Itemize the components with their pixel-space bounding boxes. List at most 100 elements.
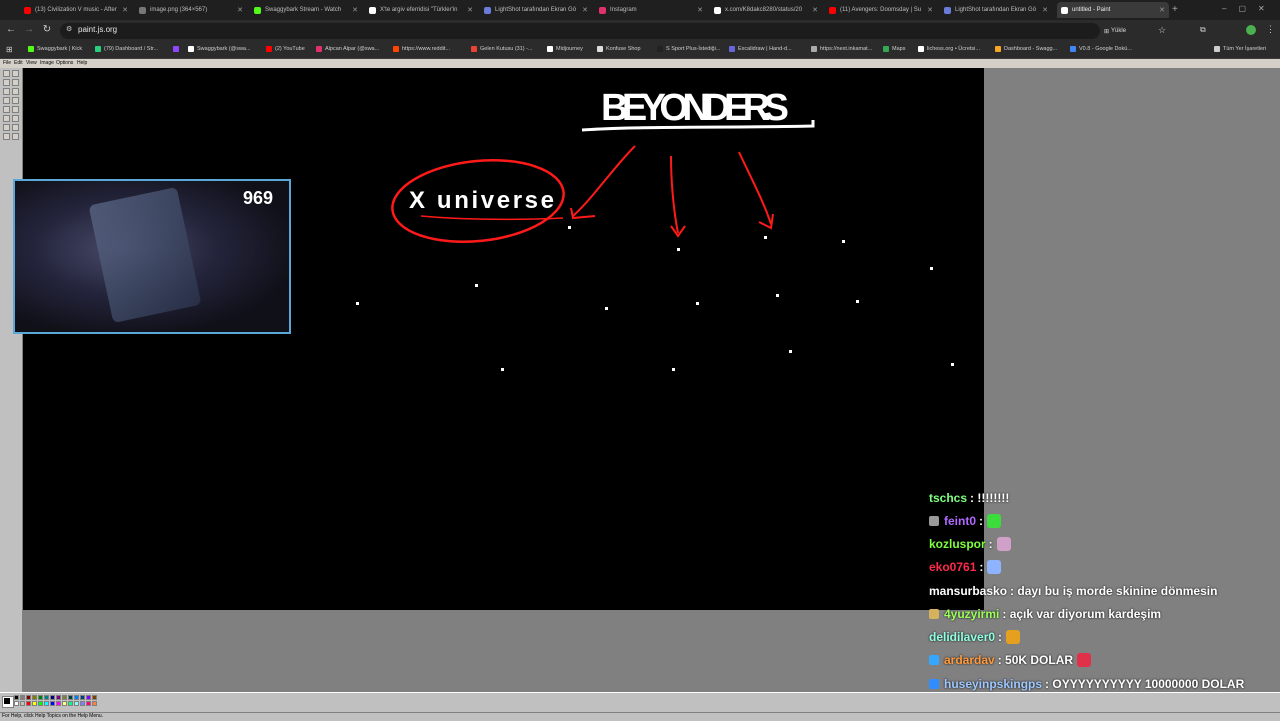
tab-2[interactable]: Swaggybark Stream - Watch ✕ [250, 2, 362, 18]
tab-4[interactable]: LightShot tarafından Ekran Gö ✕ [480, 2, 592, 18]
palette-swatch[interactable] [50, 695, 55, 700]
pencil-tool-icon[interactable] [3, 97, 10, 104]
palette-swatch[interactable] [86, 701, 91, 706]
canvas-drawing[interactable]: BEYONDERS X universe [23, 68, 984, 610]
chat-username[interactable]: feint0 [944, 514, 976, 528]
tab-close-icon[interactable]: ✕ [1159, 6, 1165, 14]
tab-close-icon[interactable]: ✕ [582, 6, 588, 14]
tab-close-icon[interactable]: ✕ [352, 6, 358, 14]
tab-0[interactable]: (13) Civilization V music - After ✕ [20, 2, 132, 18]
select-tool-icon[interactable] [12, 70, 19, 77]
tab-1[interactable]: image.png (364×567) ✕ [135, 2, 247, 18]
bookmark-5[interactable]: Alpcan Alpar (@swa... [316, 46, 379, 52]
bookmark-star-icon[interactable]: ☆ [1158, 25, 1166, 36]
tab-3[interactable]: X'te argiv eferridisi "Türkler'in ✕ [365, 2, 477, 18]
brush-tool-icon[interactable] [12, 97, 19, 104]
bookmark-3[interactable]: Swaggybark (@swa... [188, 46, 251, 52]
bookmark-0[interactable]: Swaggybark | Kick [28, 46, 82, 52]
tab-5[interactable]: Instagram ✕ [595, 2, 707, 18]
bookmark-8[interactable]: Midjourney [547, 46, 583, 52]
palette-swatch[interactable] [32, 695, 37, 700]
all-bookmarks-folder[interactable]: Tüm Yer İşaretleri [1214, 46, 1266, 52]
tab-close-icon[interactable]: ✕ [122, 6, 128, 14]
tab-close-icon[interactable]: ✕ [1042, 6, 1048, 14]
bookmark-13[interactable]: Maps [883, 46, 905, 52]
address-bar[interactable] [60, 23, 1100, 39]
tab-6[interactable]: x.com/K8dakc8280/status/20 ✕ [710, 2, 822, 18]
extensions-icon[interactable]: ⧉ [1200, 25, 1206, 35]
bookmark-16[interactable]: V0.8 - Google Dokü... [1070, 46, 1132, 52]
eraser-tool-icon[interactable] [3, 79, 10, 86]
text-tool-icon[interactable] [12, 106, 19, 113]
palette-swatch[interactable] [74, 695, 79, 700]
site-info-icon[interactable]: ⚙ [66, 25, 72, 33]
palette-swatch[interactable] [26, 701, 31, 706]
forward-icon[interactable]: → [22, 24, 36, 35]
palette-swatch[interactable] [80, 701, 85, 706]
ellipse-tool-icon[interactable] [3, 133, 10, 140]
bookmark-9[interactable]: Konfuse Shop [597, 46, 641, 52]
palette-swatch[interactable] [86, 695, 91, 700]
tab-close-icon[interactable]: ✕ [812, 6, 818, 14]
back-icon[interactable]: ← [4, 24, 18, 35]
current-colors[interactable] [2, 696, 14, 708]
chat-username[interactable]: mansurbasko [929, 584, 1007, 598]
palette-swatch[interactable] [62, 701, 67, 706]
menu-file[interactable]: File [3, 60, 11, 66]
palette-swatch[interactable] [50, 701, 55, 706]
chat-username[interactable]: huseyinpskingps [944, 677, 1042, 691]
bookmark-10[interactable]: S Sport Plus-İstediği... [657, 46, 720, 52]
rectangle-tool-icon[interactable] [3, 124, 10, 131]
magnifier-tool-icon[interactable] [12, 88, 19, 95]
tab-close-icon[interactable]: ✕ [467, 6, 473, 14]
chat-username[interactable]: eko0761 [929, 560, 976, 574]
palette-swatch[interactable] [68, 695, 73, 700]
palette-swatch[interactable] [74, 701, 79, 706]
rounded-rect-tool-icon[interactable] [12, 133, 19, 140]
curve-tool-icon[interactable] [12, 115, 19, 122]
tab-7[interactable]: (11) Avengers: Doomsday | Su ✕ [825, 2, 937, 18]
chat-username[interactable]: tschcs [929, 491, 967, 505]
free-select-tool-icon[interactable] [3, 70, 10, 77]
palette-swatch[interactable] [92, 695, 97, 700]
palette-swatch[interactable] [62, 695, 67, 700]
palette-swatch[interactable] [38, 695, 43, 700]
menu-edit[interactable]: Edit [14, 60, 23, 66]
menu-view[interactable]: View [26, 60, 37, 66]
reload-icon[interactable]: ↻ [40, 24, 54, 35]
bookmark-15[interactable]: Dashboard - Swagg... [995, 46, 1057, 52]
menu-icon[interactable]: ⋮ [1266, 24, 1275, 35]
menu-image[interactable]: Image [40, 60, 54, 66]
line-tool-icon[interactable] [3, 115, 10, 122]
palette-swatch[interactable] [68, 701, 73, 706]
tab-9[interactable]: untitled - Paint ✕ [1057, 2, 1169, 18]
bookmark-14[interactable]: lichess.org • Ücretsi... [918, 46, 980, 52]
bookmark-7[interactable]: Gelen Kutusu (31) -... [471, 46, 533, 52]
menu-options[interactable]: Options [56, 60, 73, 66]
fill-tool-icon[interactable] [12, 79, 19, 86]
tab-close-icon[interactable]: ✕ [237, 6, 243, 14]
chat-username[interactable]: ardardav [944, 653, 995, 667]
bookmark-11[interactable]: Excalidraw | Hand-d... [729, 46, 792, 52]
new-tab-button[interactable]: + [1172, 4, 1178, 15]
palette-swatch[interactable] [44, 695, 49, 700]
chat-username[interactable]: delidilaver0 [929, 630, 995, 644]
bookmark-1[interactable]: (79) Dashboard / Str... [95, 46, 158, 52]
profile-avatar[interactable] [1246, 25, 1256, 35]
url-text[interactable]: paint.js.org [78, 25, 117, 34]
bookmark-4[interactable]: (2) YouTube [266, 46, 305, 52]
tab-close-icon[interactable]: ✕ [697, 6, 703, 14]
tab-8[interactable]: LightShot tarafından Ekran Gö ✕ [940, 2, 1052, 18]
color-picker-tool-icon[interactable] [3, 88, 10, 95]
palette-swatch[interactable] [80, 695, 85, 700]
palette-swatch[interactable] [56, 695, 61, 700]
palette-swatch[interactable] [14, 695, 19, 700]
palette-swatch[interactable] [32, 701, 37, 706]
bookmark-6[interactable]: https://www.reddit... [393, 46, 450, 52]
tab-close-icon[interactable]: ✕ [927, 6, 933, 14]
palette-swatch[interactable] [56, 701, 61, 706]
palette-swatch[interactable] [14, 701, 19, 706]
palette-swatch[interactable] [20, 701, 25, 706]
bookmark-12[interactable]: https://next.inkamat... [811, 46, 872, 52]
menu-help[interactable]: Help [77, 60, 87, 66]
